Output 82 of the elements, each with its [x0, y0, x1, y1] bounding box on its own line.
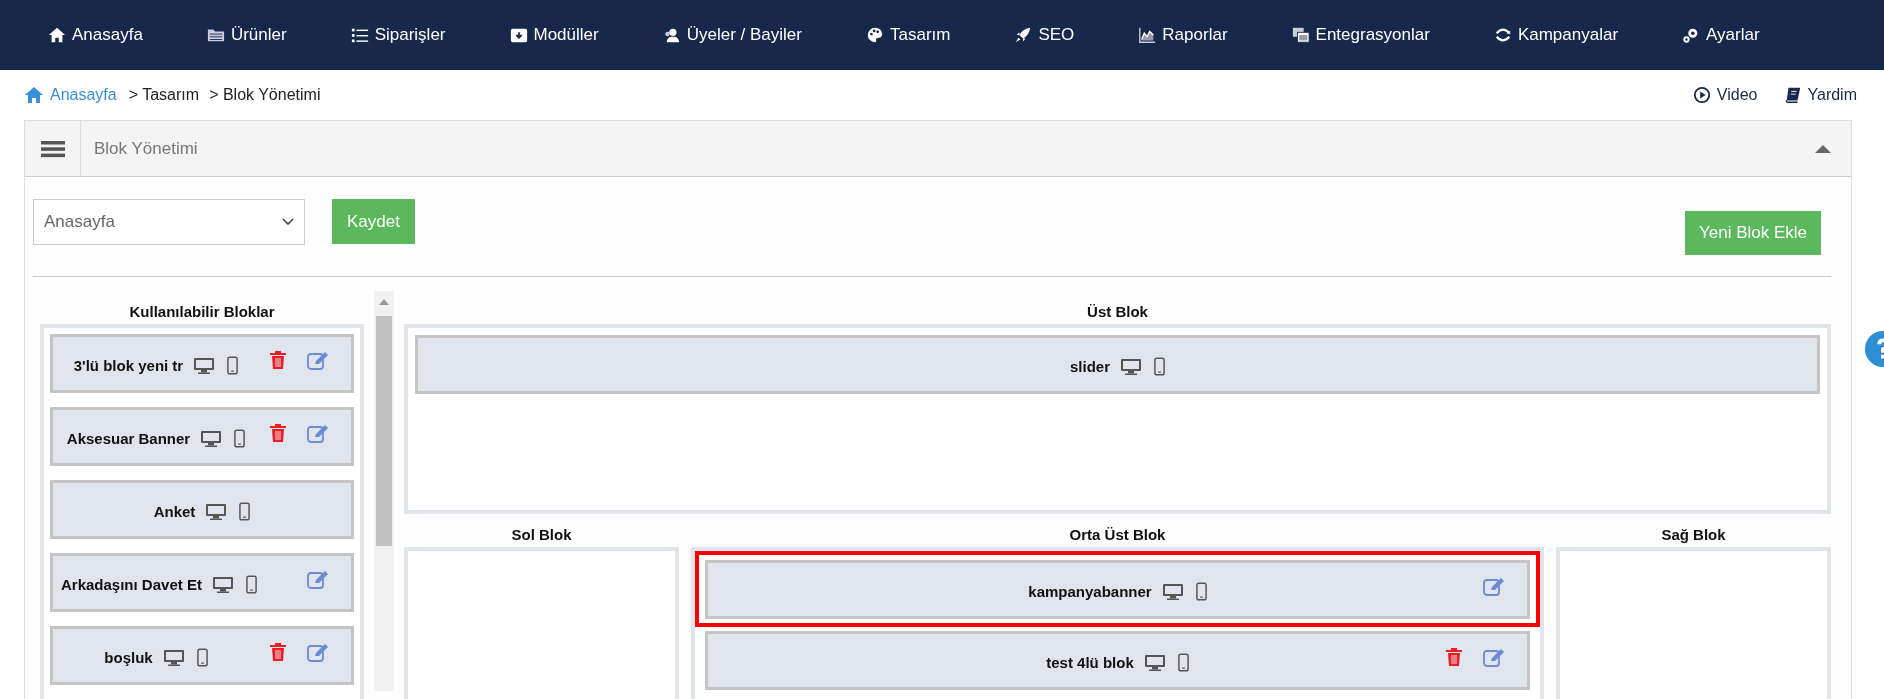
nav-menu-item[interactable]: Entegrasyonlar: [1291, 25, 1430, 45]
chart-icon: [1138, 26, 1157, 44]
edit-icon[interactable]: [307, 422, 329, 443]
mobile-phone-icon: [234, 429, 246, 448]
edit-icon[interactable]: [1483, 646, 1505, 667]
box-icon: [509, 26, 528, 44]
users-icon: [662, 26, 681, 44]
rocket-icon: [1014, 26, 1033, 44]
nav-menu-item[interactable]: Ürünler: [206, 25, 287, 45]
nav-menu-item[interactable]: Modüller: [509, 25, 599, 45]
block-item[interactable]: boşluk: [50, 626, 354, 685]
breadcrumb-item: > Tasarım: [128, 86, 200, 104]
desktop-icon: [200, 429, 223, 448]
delete-icon[interactable]: [267, 349, 289, 370]
nav-menu-item[interactable]: Siparişler: [350, 25, 446, 45]
breadcrumb-item: > Blok Yönetimi: [209, 86, 321, 104]
block-name: kampanyabanner: [1028, 583, 1152, 600]
nav-menu-item[interactable]: Tasarım: [865, 25, 951, 45]
desktop-icon: [193, 356, 216, 375]
block-name: test 4lü blok: [1046, 654, 1134, 671]
block-name: Anket: [153, 503, 196, 520]
block-item[interactable]: test 4lü blok: [705, 631, 1530, 690]
nav-menu-item[interactable]: Üyeler / Bayiler: [662, 25, 802, 45]
mobile-phone-icon: [1177, 653, 1189, 672]
edit-icon[interactable]: [1483, 575, 1505, 596]
desktop-icon: [1161, 582, 1184, 601]
desktop-icon: [211, 575, 234, 594]
help-link[interactable]: Yardim: [1783, 86, 1857, 104]
scroll-up-icon[interactable]: [379, 299, 389, 305]
scrollbar-thumb[interactable]: [376, 316, 392, 546]
edit-icon[interactable]: [307, 349, 329, 370]
block-item[interactable]: Anket: [50, 480, 354, 539]
edit-icon[interactable]: [307, 641, 329, 662]
block-item[interactable]: Aksesuar Banner: [50, 407, 354, 466]
nav-menu-item[interactable]: SEO: [1014, 25, 1075, 45]
block-name: slider: [1070, 358, 1110, 375]
desktop-icon: [1120, 357, 1142, 376]
delete-icon[interactable]: [267, 422, 289, 443]
windows-icon: [1291, 26, 1310, 44]
block-name: Arkadaşını Davet Et: [61, 576, 202, 593]
block-item[interactable]: Arkadaşını Davet Et: [50, 553, 354, 612]
scrollbar[interactable]: [374, 291, 394, 691]
edit-icon[interactable]: [307, 568, 329, 589]
home-icon: [48, 26, 66, 44]
page-select[interactable]: Anasayfa: [33, 199, 305, 245]
palette-icon: [865, 26, 884, 44]
mobile-phone-icon: [196, 648, 208, 667]
nav-menu-item[interactable]: Raporlar: [1138, 25, 1228, 45]
home-icon: [24, 85, 44, 105]
menu-icon[interactable]: [40, 138, 65, 159]
chevron-down-icon: [282, 218, 294, 226]
panel-title: Blok Yönetimi: [94, 138, 199, 159]
desktop-icon: [205, 502, 228, 521]
desktop-icon: [1143, 653, 1166, 672]
collapse-icon[interactable]: [1815, 143, 1831, 154]
mobile-phone-icon: [227, 356, 239, 375]
column-title: Kullanılabilir Bloklar: [128, 302, 276, 322]
block-name: boşluk: [104, 649, 153, 666]
column-title: Orta Üst Blok: [1068, 525, 1167, 545]
nav-menu-item[interactable]: Kampanyalar: [1493, 25, 1619, 45]
column-title: Üst Blok: [1086, 302, 1149, 322]
block-name: Aksesuar Banner: [66, 430, 191, 447]
block-item[interactable]: kampanyabanner: [705, 560, 1530, 619]
delete-icon[interactable]: [267, 641, 289, 662]
desktop-icon: [162, 648, 185, 667]
list-icon: [350, 26, 369, 44]
column-title: Sol Blok: [510, 525, 573, 545]
block-item[interactable]: slider: [415, 335, 1820, 394]
block-name: 3'lü blok yeni tr: [73, 357, 184, 374]
mobile-phone-icon: [1154, 357, 1165, 376]
mobile-phone-icon: [245, 575, 257, 594]
column-title: Sağ Blok: [1660, 525, 1727, 545]
play-icon: [1692, 86, 1711, 104]
block-item[interactable]: 3'lü blok yeni tr: [50, 334, 354, 393]
delete-icon[interactable]: [1443, 646, 1465, 667]
nav-menu-item[interactable]: Ayarlar: [1682, 25, 1760, 45]
nav-menu-item[interactable]: Anasayfa: [48, 25, 143, 45]
loop-icon: [1493, 26, 1512, 44]
mobile-phone-icon: [239, 502, 251, 521]
help-link[interactable]: Video: [1692, 86, 1758, 104]
book-icon: [1783, 86, 1802, 104]
mobile-phone-icon: [1195, 582, 1207, 601]
